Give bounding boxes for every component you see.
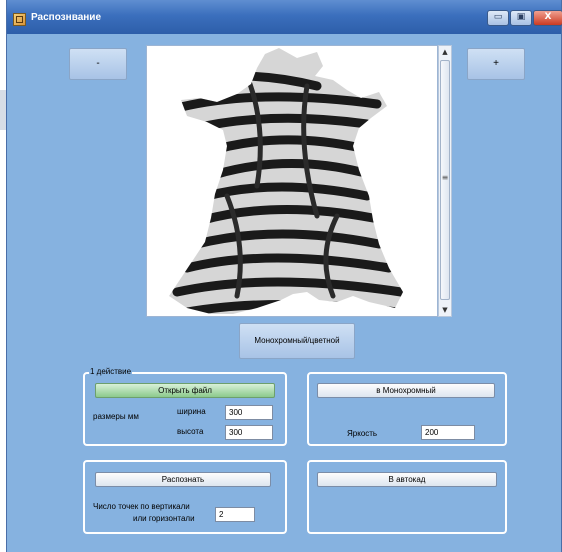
scroll-down-icon[interactable]: ▼: [439, 304, 451, 316]
to-monochrome-button[interactable]: в Монохромный: [317, 383, 495, 398]
recognize-button[interactable]: Распознать: [95, 472, 271, 487]
group-recognize: Распознать Число точек по вертикали или …: [83, 460, 287, 534]
window-title: Распознвание: [31, 12, 102, 23]
brightness-label: Яркость: [347, 429, 378, 438]
points-input[interactable]: 2: [215, 507, 255, 522]
width-label: ширина: [177, 407, 206, 416]
minimize-button[interactable]: ▭: [487, 10, 509, 26]
points-label-line1: Число точек по вертикали: [93, 502, 190, 511]
group-open-file: 1 действие Открыть файл размеры мм ширин…: [83, 367, 287, 446]
width-input[interactable]: 300: [225, 405, 273, 420]
mono-color-toggle-button[interactable]: Монохромный/цветной: [239, 323, 355, 359]
image-scrollbar[interactable]: ▲ ≡ ▼: [438, 45, 452, 317]
image-preview: [146, 45, 438, 317]
group-autocad: В автокад: [307, 460, 507, 534]
title-bar[interactable]: Распознвание ▭ ▣ X: [7, 0, 562, 34]
brightness-input[interactable]: 200: [421, 425, 475, 440]
close-button[interactable]: X: [533, 10, 562, 26]
scroll-grip-icon: ≡: [441, 173, 449, 182]
height-label: высота: [177, 427, 204, 436]
scroll-thumb[interactable]: ≡: [440, 60, 450, 300]
app-icon: [13, 13, 26, 26]
main-window: Распознвание ▭ ▣ X - + ▲ ≡ ▼ Монохромный…: [6, 0, 562, 552]
zoom-out-button[interactable]: -: [69, 48, 127, 80]
zebra-hide-image: [147, 46, 437, 316]
points-label-line2: или горизонтали: [133, 514, 195, 523]
size-label: размеры мм: [93, 412, 139, 421]
to-autocad-button[interactable]: В автокад: [317, 472, 497, 487]
scroll-up-icon[interactable]: ▲: [439, 46, 451, 58]
height-input[interactable]: 300: [225, 425, 273, 440]
group-legend: 1 действие: [89, 367, 133, 376]
zoom-in-button[interactable]: +: [467, 48, 525, 80]
group-monochrome: в Монохромный Яркость 200: [307, 372, 507, 446]
maximize-button[interactable]: ▣: [510, 10, 532, 26]
open-file-button[interactable]: Открыть файл: [95, 383, 275, 398]
